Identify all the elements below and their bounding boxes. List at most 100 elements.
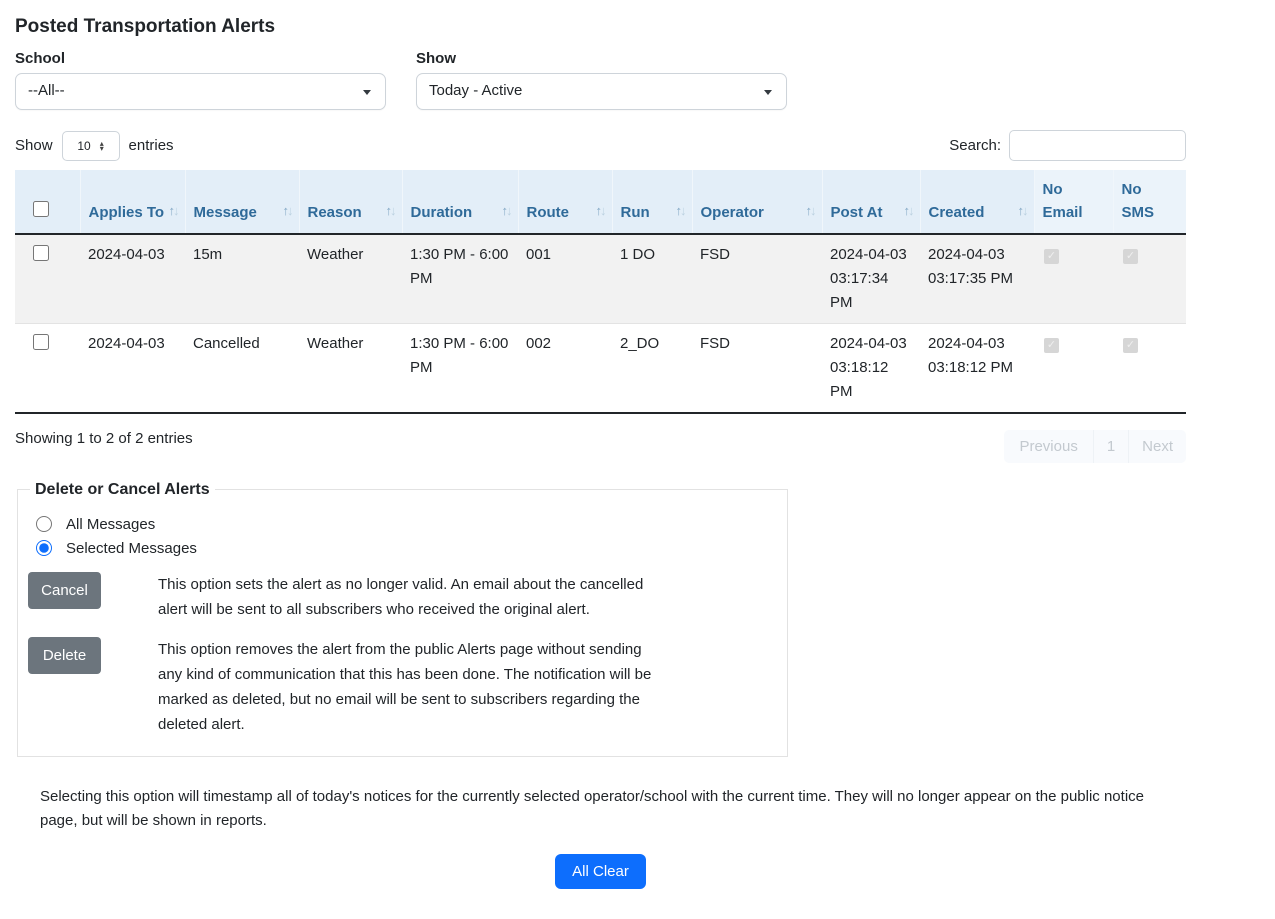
delete-description: This option removes the alert from the p…	[158, 637, 663, 738]
all-messages-radio[interactable]	[36, 516, 52, 532]
column-header-no-email: No Email	[1034, 170, 1113, 234]
column-label: Reason	[308, 204, 362, 221]
column-label: Duration	[411, 204, 473, 221]
pagination-page-1[interactable]: 1	[1093, 430, 1128, 463]
school-select-value: --All--	[28, 82, 65, 99]
cell-route: 001	[518, 234, 612, 324]
filter-bar: School --All-- Show Today - Active	[15, 50, 1186, 110]
all-clear-button-container: All Clear	[15, 854, 1186, 889]
delete-option-row: Delete This option removes the alert fro…	[28, 637, 777, 738]
cell-message: Cancelled	[185, 323, 299, 413]
column-label: Post At	[831, 204, 883, 221]
school-select[interactable]: --All--	[15, 73, 386, 110]
school-label: School	[15, 50, 386, 67]
column-label: Applies To	[89, 204, 165, 221]
pagination-previous[interactable]: Previous	[1004, 430, 1092, 463]
cell-post-at: 2024-04-03 03:17:34 PM	[822, 234, 920, 324]
all-clear-button[interactable]: All Clear	[555, 854, 646, 889]
column-label: Route	[527, 204, 570, 221]
no-email-checkbox-checked-disabled: ✓	[1044, 249, 1059, 264]
column-label: Created	[929, 204, 985, 221]
column-header-route[interactable]: Route ↑↓	[518, 170, 612, 234]
selected-messages-option: Selected Messages	[36, 540, 777, 557]
show-select-value: Today - Active	[429, 82, 522, 99]
column-header-duration[interactable]: Duration ↑↓	[402, 170, 518, 234]
select-all-checkbox[interactable]	[33, 201, 49, 217]
page-container: Posted Transportation Alerts School --Al…	[0, 0, 1186, 919]
column-label: Run	[621, 204, 650, 221]
column-label: Operator	[701, 204, 764, 221]
table-header: Applies To ↑↓ Message ↑↓ Reason ↑↓ Durat…	[15, 170, 1186, 234]
row-select-checkbox[interactable]	[33, 245, 49, 261]
length-prefix-label: Show	[15, 137, 53, 154]
selected-messages-label: Selected Messages	[66, 540, 197, 557]
cell-created: 2024-04-03 03:18:12 PM	[920, 323, 1034, 413]
show-select[interactable]: Today - Active	[416, 73, 787, 110]
no-sms-checkbox-checked-disabled: ✓	[1123, 249, 1138, 264]
cancel-button[interactable]: Cancel	[28, 572, 101, 609]
selected-messages-radio[interactable]	[36, 540, 52, 556]
search-control: Search:	[949, 130, 1186, 161]
column-header-run[interactable]: Run ↑↓	[612, 170, 692, 234]
sort-icon: ↑↓	[596, 201, 605, 221]
select-all-header-cell	[15, 170, 80, 234]
sort-icon: ↑↓	[806, 201, 815, 221]
table-info: Showing 1 to 2 of 2 entries	[15, 430, 193, 447]
sort-icon: ↑↓	[904, 201, 913, 221]
column-header-applies-to[interactable]: Applies To ↑↓	[80, 170, 185, 234]
column-header-operator[interactable]: Operator ↑↓	[692, 170, 822, 234]
sort-icon: ↑↓	[1018, 201, 1027, 221]
column-header-message[interactable]: Message ↑↓	[185, 170, 299, 234]
all-clear-note: Selecting this option will timestamp all…	[40, 785, 1145, 835]
page-length-select[interactable]: 10 ▴▾	[62, 131, 120, 161]
cell-duration: 1:30 PM - 6:00 PM	[402, 323, 518, 413]
cell-route: 002	[518, 323, 612, 413]
show-filter-group: Show Today - Active	[416, 50, 787, 110]
column-header-post-at[interactable]: Post At ↑↓	[822, 170, 920, 234]
column-header-reason[interactable]: Reason ↑↓	[299, 170, 402, 234]
all-messages-option: All Messages	[36, 516, 777, 533]
row-select-checkbox[interactable]	[33, 334, 49, 350]
pagination: Previous 1 Next	[1004, 430, 1186, 463]
page-length-value: 10	[77, 139, 90, 153]
cell-run: 1 DO	[612, 234, 692, 324]
no-sms-checkbox-checked-disabled: ✓	[1123, 338, 1138, 353]
delete-cancel-fieldset: Delete or Cancel Alerts All Messages Sel…	[17, 481, 788, 757]
page-title: Posted Transportation Alerts	[15, 16, 1186, 38]
cell-duration: 1:30 PM - 6:00 PM	[402, 234, 518, 324]
all-messages-label: All Messages	[66, 516, 155, 533]
column-header-no-sms: No SMS	[1113, 170, 1186, 234]
search-label: Search:	[949, 137, 1001, 154]
delete-button[interactable]: Delete	[28, 637, 101, 674]
column-label: Message	[194, 204, 257, 221]
table-controls: Show 10 ▴▾ entries Search:	[15, 130, 1186, 161]
sort-icon: ↑↓	[386, 201, 395, 221]
no-email-checkbox-checked-disabled: ✓	[1044, 338, 1059, 353]
chevron-down-icon	[764, 90, 772, 95]
search-input[interactable]	[1009, 130, 1186, 161]
cell-reason: Weather	[299, 323, 402, 413]
length-suffix-label: entries	[129, 137, 174, 154]
chevron-down-icon	[363, 90, 371, 95]
cancel-option-row: Cancel This option sets the alert as no …	[28, 572, 777, 622]
column-header-created[interactable]: Created ↑↓	[920, 170, 1034, 234]
cell-applies-to: 2024-04-03	[80, 323, 185, 413]
school-filter-group: School --All--	[15, 50, 386, 110]
column-label: No SMS	[1122, 181, 1155, 221]
cell-operator: FSD	[692, 323, 822, 413]
table-row: 2024-04-03 Cancelled Weather 1:30 PM - 6…	[15, 323, 1186, 413]
cell-operator: FSD	[692, 234, 822, 324]
sort-icon: ↑↓	[676, 201, 685, 221]
pagination-next[interactable]: Next	[1128, 430, 1186, 463]
cell-message: 15m	[185, 234, 299, 324]
sort-icon: ↑↓	[502, 201, 511, 221]
alerts-table: Applies To ↑↓ Message ↑↓ Reason ↑↓ Durat…	[15, 170, 1186, 414]
sort-icon: ↑↓	[169, 201, 178, 221]
cell-reason: Weather	[299, 234, 402, 324]
page-length-control: Show 10 ▴▾ entries	[15, 131, 174, 161]
table-footer: Showing 1 to 2 of 2 entries Previous 1 N…	[15, 430, 1186, 463]
show-label: Show	[416, 50, 787, 67]
spinner-arrows-icon: ▴▾	[100, 141, 104, 151]
table-body: 2024-04-03 15m Weather 1:30 PM - 6:00 PM…	[15, 234, 1186, 413]
cell-run: 2_DO	[612, 323, 692, 413]
